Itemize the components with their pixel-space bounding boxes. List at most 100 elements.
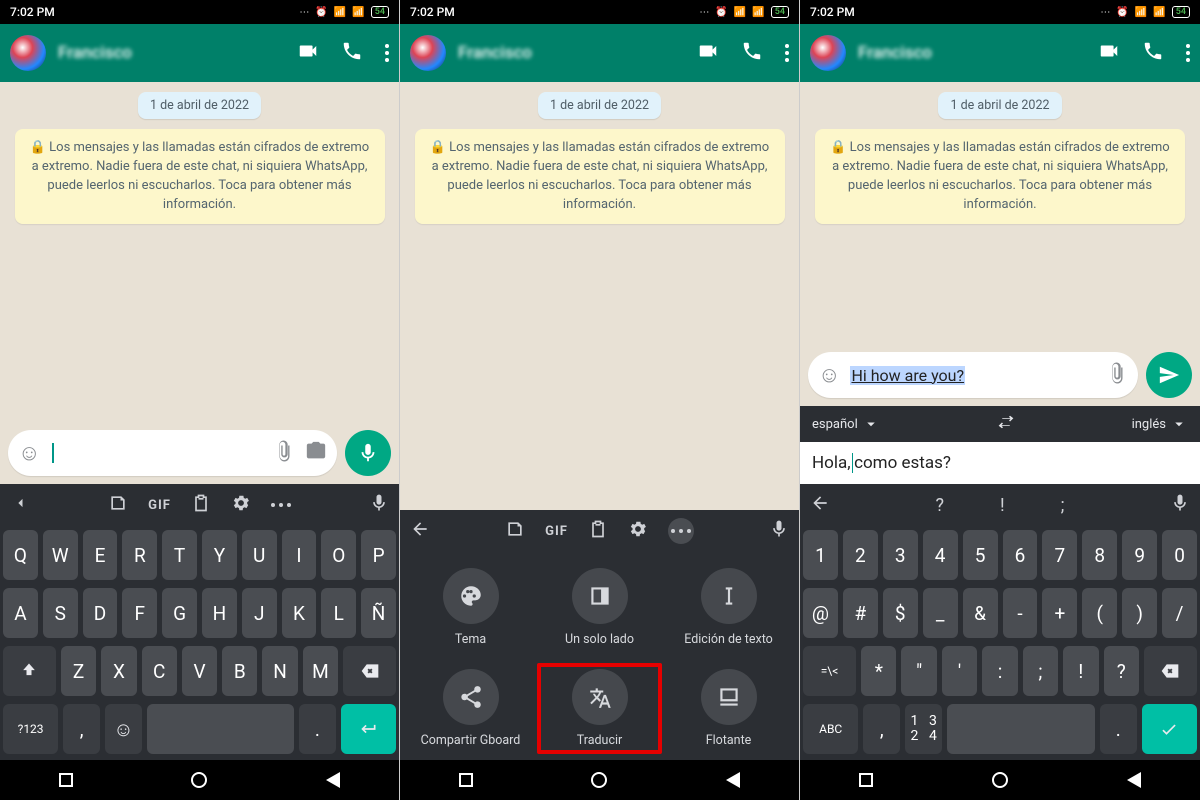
key-o[interactable]: O	[321, 530, 356, 580]
toolbar-more-icon[interactable]	[271, 503, 291, 507]
kb-option-translate[interactable]: Traducir	[535, 663, 664, 754]
message-input[interactable]: ☺	[8, 430, 337, 476]
nav-recent-icon[interactable]	[59, 773, 73, 787]
message-text-field[interactable]: Hi how are you?	[850, 365, 1096, 385]
contact-name[interactable]: Francisco	[858, 43, 1086, 63]
key-minus[interactable]: -	[1003, 588, 1038, 638]
contact-avatar[interactable]	[410, 35, 446, 71]
key-colon[interactable]: :	[982, 646, 1017, 696]
encryption-notice[interactable]: 🔒 Los mensajes y las llamadas están cifr…	[415, 129, 785, 224]
gif-button[interactable]: GIF	[545, 524, 568, 539]
key-mode-abc[interactable]: ABC	[803, 704, 858, 754]
key-v[interactable]: V	[182, 646, 217, 696]
key-0[interactable]: 0	[1162, 530, 1197, 580]
key-shift[interactable]	[3, 646, 56, 696]
key-at[interactable]: @	[803, 588, 838, 638]
key-k[interactable]: K	[282, 588, 317, 638]
nav-recent-icon[interactable]	[859, 773, 873, 787]
contact-avatar[interactable]	[810, 35, 846, 71]
more-options-icon[interactable]	[385, 44, 389, 62]
settings-icon[interactable]	[231, 493, 251, 517]
settings-icon[interactable]	[628, 519, 648, 543]
toolbar-expand-icon[interactable]	[10, 493, 30, 517]
key-enter[interactable]	[341, 704, 396, 754]
key-amp[interactable]: &	[963, 588, 998, 638]
mic-button[interactable]	[345, 430, 391, 476]
key-g[interactable]: G	[162, 588, 197, 638]
sticker-icon[interactable]	[108, 493, 128, 517]
source-language-selector[interactable]: español	[812, 415, 880, 433]
key-l[interactable]: L	[321, 588, 356, 638]
camera-icon[interactable]	[305, 440, 327, 466]
video-call-icon[interactable]	[297, 40, 319, 66]
key-comma[interactable]: ,	[863, 704, 900, 754]
nav-home-icon[interactable]	[591, 772, 607, 788]
key-rparen[interactable]: )	[1122, 588, 1157, 638]
video-call-icon[interactable]	[697, 40, 719, 66]
key-5[interactable]: 5	[963, 530, 998, 580]
key-2[interactable]: 2	[843, 530, 878, 580]
key-3[interactable]: 3	[883, 530, 918, 580]
key-slash[interactable]: /	[1162, 588, 1197, 638]
suggestion-exclaim[interactable]: !	[982, 495, 1023, 516]
toolbar-back-icon[interactable]	[410, 519, 430, 543]
emoji-icon[interactable]: ☺	[818, 362, 840, 388]
target-language-selector[interactable]: inglés	[1132, 415, 1188, 433]
nav-home-icon[interactable]	[992, 772, 1008, 788]
key-lparen[interactable]: (	[1082, 588, 1117, 638]
chat-area[interactable]: 1 de abril de 2022 🔒 Los mensajes y las …	[800, 82, 1200, 346]
kb-option-one-handed[interactable]: Un solo lado	[535, 562, 664, 653]
suggestion-semicolon[interactable]: ;	[1043, 495, 1083, 516]
key-y[interactable]: Y	[202, 530, 237, 580]
key-comma[interactable]: ,	[63, 704, 100, 754]
key-enye[interactable]: Ñ	[361, 588, 396, 638]
nav-back-icon[interactable]	[1127, 772, 1141, 788]
contact-avatar[interactable]	[10, 35, 46, 71]
key-n[interactable]: N	[262, 646, 297, 696]
nav-recent-icon[interactable]	[459, 773, 473, 787]
key-u[interactable]: U	[242, 530, 277, 580]
key-hash[interactable]: #	[843, 588, 878, 638]
clipboard-icon[interactable]	[588, 519, 608, 543]
attach-icon[interactable]	[1106, 362, 1128, 388]
key-question[interactable]: ?	[1104, 646, 1139, 696]
key-plus[interactable]: +	[1042, 588, 1077, 638]
key-mode-123[interactable]: ?123	[3, 704, 58, 754]
key-m[interactable]: M	[303, 646, 338, 696]
kb-option-floating[interactable]: Flotante	[664, 663, 793, 754]
key-dollar[interactable]: $	[883, 588, 918, 638]
key-1[interactable]: 1	[803, 530, 838, 580]
key-backspace[interactable]	[343, 646, 396, 696]
key-j[interactable]: J	[242, 588, 277, 638]
key-q[interactable]: Q	[3, 530, 38, 580]
toolbar-back-icon[interactable]	[810, 493, 830, 517]
key-period[interactable]: .	[1100, 704, 1137, 754]
key-exclaim[interactable]: !	[1063, 646, 1098, 696]
key-space[interactable]	[947, 704, 1095, 754]
emoji-icon[interactable]: ☺	[18, 440, 40, 466]
message-input[interactable]: ☺ Hi how are you?	[808, 352, 1138, 398]
key-period[interactable]: .	[299, 704, 336, 754]
key-s[interactable]: S	[43, 588, 78, 638]
chat-area[interactable]: 1 de abril de 2022 🔒 Los mensajes y las …	[0, 82, 399, 424]
key-h[interactable]: H	[202, 588, 237, 638]
toolbar-mic-icon[interactable]	[1170, 493, 1190, 517]
key-e[interactable]: E	[83, 530, 118, 580]
key-sym-toggle[interactable]: =\<	[803, 646, 856, 696]
key-9[interactable]: 9	[1122, 530, 1157, 580]
attach-icon[interactable]	[273, 440, 295, 466]
nav-back-icon[interactable]	[726, 772, 740, 788]
nav-home-icon[interactable]	[191, 772, 207, 788]
key-b[interactable]: B	[222, 646, 257, 696]
message-text-field[interactable]	[50, 443, 263, 463]
encryption-notice[interactable]: 🔒 Los mensajes y las llamadas están cifr…	[15, 129, 385, 224]
translate-input[interactable]: Hola, como estas?	[800, 442, 1200, 484]
key-t[interactable]: T	[162, 530, 197, 580]
key-squote[interactable]: '	[942, 646, 977, 696]
gif-button[interactable]: GIF	[148, 498, 171, 513]
key-z[interactable]: Z	[61, 646, 96, 696]
clipboard-icon[interactable]	[191, 493, 211, 517]
voice-call-icon[interactable]	[1142, 40, 1164, 66]
key-confirm[interactable]	[1142, 704, 1197, 754]
swap-languages-icon[interactable]	[997, 413, 1015, 435]
